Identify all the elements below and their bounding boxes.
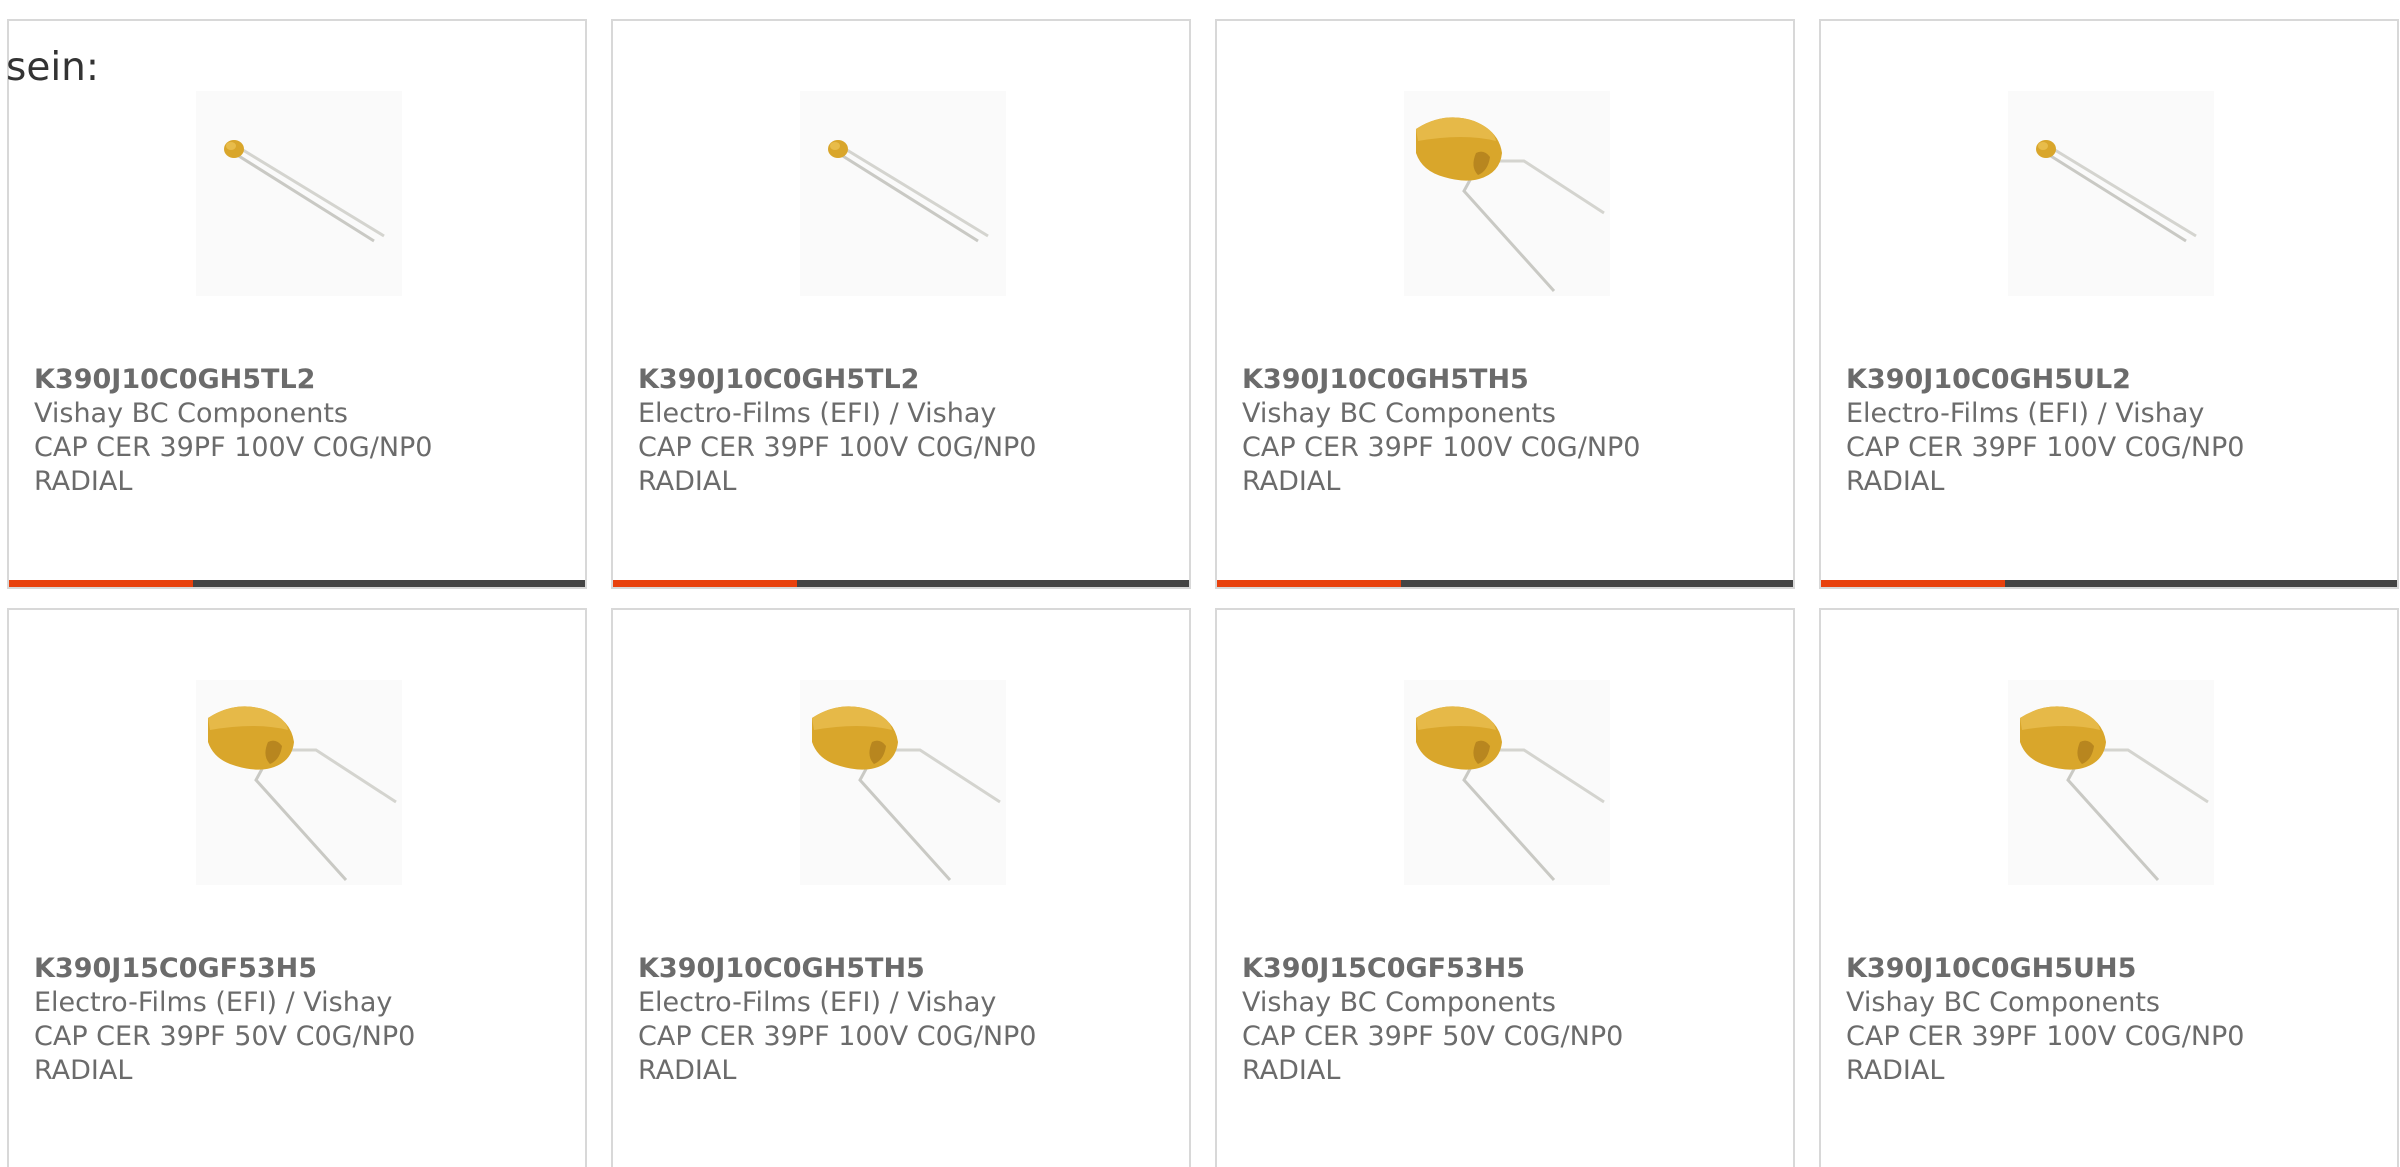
card-accent-bar (613, 580, 797, 587)
description: CAP CER 39PF 100V C0G/NP0 (1846, 1021, 2245, 1052)
manufacturer: Electro-Films (EFI) / Vishay (1846, 398, 2205, 429)
product-card[interactable]: K390J10C0GH5UH5 Vishay BC Components CAP… (1819, 608, 2399, 1167)
product-info: K390J10C0GH5UL2 Electro-Films (EFI) / Vi… (1846, 363, 2387, 499)
product-image[interactable] (800, 680, 1006, 885)
description: CAP CER 39PF 100V C0G/NP0 (638, 432, 1037, 463)
package: RADIAL (34, 466, 133, 497)
manufacturer: Electro-Films (EFI) / Vishay (638, 398, 997, 429)
manufacturer: Electro-Films (EFI) / Vishay (34, 987, 393, 1018)
large-radial-capacitor-icon (2020, 706, 2209, 882)
card-accent-bar (1821, 580, 2005, 587)
package: RADIAL (1242, 1055, 1341, 1086)
product-info: K390J10C0GH5UH5 Vishay BC Components CAP… (1846, 952, 2387, 1088)
product-info: K390J10C0GH5TL2 Electro-Films (EFI) / Vi… (638, 363, 1179, 499)
product-image[interactable] (2008, 91, 2214, 296)
manufacturer: Vishay BC Components (1242, 398, 1556, 429)
card-bottom-bar (9, 580, 585, 587)
card-accent-bar (9, 580, 193, 587)
description: CAP CER 39PF 100V C0G/NP0 (1242, 432, 1641, 463)
product-card[interactable]: K390J10C0GH5TH5 Electro-Films (EFI) / Vi… (611, 608, 1191, 1167)
large-radial-capacitor-icon (812, 706, 1001, 882)
part-number-link[interactable]: K390J15C0GF53H5 (34, 952, 575, 986)
small-radial-capacitor-icon (2036, 140, 2197, 243)
product-image[interactable] (196, 680, 402, 885)
part-number-link[interactable]: K390J15C0GF53H5 (1242, 952, 1783, 986)
package: RADIAL (1846, 466, 1945, 497)
manufacturer: Vishay BC Components (34, 398, 348, 429)
product-card[interactable]: K390J15C0GF53H5 Vishay BC Components CAP… (1215, 608, 1795, 1167)
card-bottom-bar (1217, 580, 1793, 587)
package: RADIAL (1846, 1055, 1945, 1086)
part-number-link[interactable]: K390J10C0GH5UL2 (1846, 363, 2387, 397)
description: CAP CER 39PF 50V C0G/NP0 (1242, 1021, 1624, 1052)
product-info: K390J15C0GF53H5 Electro-Films (EFI) / Vi… (34, 952, 575, 1088)
description: CAP CER 39PF 100V C0G/NP0 (1846, 432, 2245, 463)
product-card[interactable]: K390J10C0GH5UL2 Electro-Films (EFI) / Vi… (1819, 19, 2399, 589)
product-card[interactable]: K390J15C0GF53H5 Electro-Films (EFI) / Vi… (7, 608, 587, 1167)
part-number-link[interactable]: K390J10C0GH5TL2 (34, 363, 575, 397)
product-info: K390J10C0GH5TL2 Vishay BC Components CAP… (34, 363, 575, 499)
product-image[interactable] (800, 91, 1006, 296)
description: CAP CER 39PF 50V C0G/NP0 (34, 1021, 416, 1052)
small-radial-capacitor-icon (828, 140, 989, 243)
product-image[interactable] (1404, 680, 1610, 885)
card-bottom-bar (613, 580, 1189, 587)
manufacturer: Electro-Films (EFI) / Vishay (638, 987, 997, 1018)
package: RADIAL (1242, 466, 1341, 497)
part-number-link[interactable]: K390J10C0GH5UH5 (1846, 952, 2387, 986)
card-bottom-bar (1821, 580, 2397, 587)
product-card[interactable]: K390J10C0GH5TL2 Electro-Films (EFI) / Vi… (611, 19, 1191, 589)
large-radial-capacitor-icon (208, 706, 397, 882)
manufacturer: Vishay BC Components (1242, 987, 1556, 1018)
small-radial-capacitor-icon (224, 140, 385, 243)
product-info: K390J15C0GF53H5 Vishay BC Components CAP… (1242, 952, 1783, 1088)
intro-text: sein: (6, 45, 100, 90)
product-card[interactable]: K390J10C0GH5TL2 Vishay BC Components CAP… (7, 19, 587, 589)
product-card[interactable]: K390J10C0GH5TH5 Vishay BC Components CAP… (1215, 19, 1795, 589)
description: CAP CER 39PF 100V C0G/NP0 (34, 432, 433, 463)
part-number-link[interactable]: K390J10C0GH5TL2 (638, 363, 1179, 397)
part-number-link[interactable]: K390J10C0GH5TH5 (1242, 363, 1783, 397)
part-number-link[interactable]: K390J10C0GH5TH5 (638, 952, 1179, 986)
product-image[interactable] (1404, 91, 1610, 296)
manufacturer: Vishay BC Components (1846, 987, 2160, 1018)
product-info: K390J10C0GH5TH5 Vishay BC Components CAP… (1242, 363, 1783, 499)
description: CAP CER 39PF 100V C0G/NP0 (638, 1021, 1037, 1052)
large-radial-capacitor-icon (1416, 117, 1605, 293)
package: RADIAL (638, 1055, 737, 1086)
page: sein: K390J10C0GH5TL2 Vishay BC Componen… (0, 0, 2400, 1167)
large-radial-capacitor-icon (1416, 706, 1605, 882)
product-grid: K390J10C0GH5TL2 Vishay BC Components CAP… (7, 19, 2399, 1167)
package: RADIAL (34, 1055, 133, 1086)
product-image[interactable] (196, 91, 402, 296)
product-info: K390J10C0GH5TH5 Electro-Films (EFI) / Vi… (638, 952, 1179, 1088)
package: RADIAL (638, 466, 737, 497)
product-image[interactable] (2008, 680, 2214, 885)
card-accent-bar (1217, 580, 1401, 587)
